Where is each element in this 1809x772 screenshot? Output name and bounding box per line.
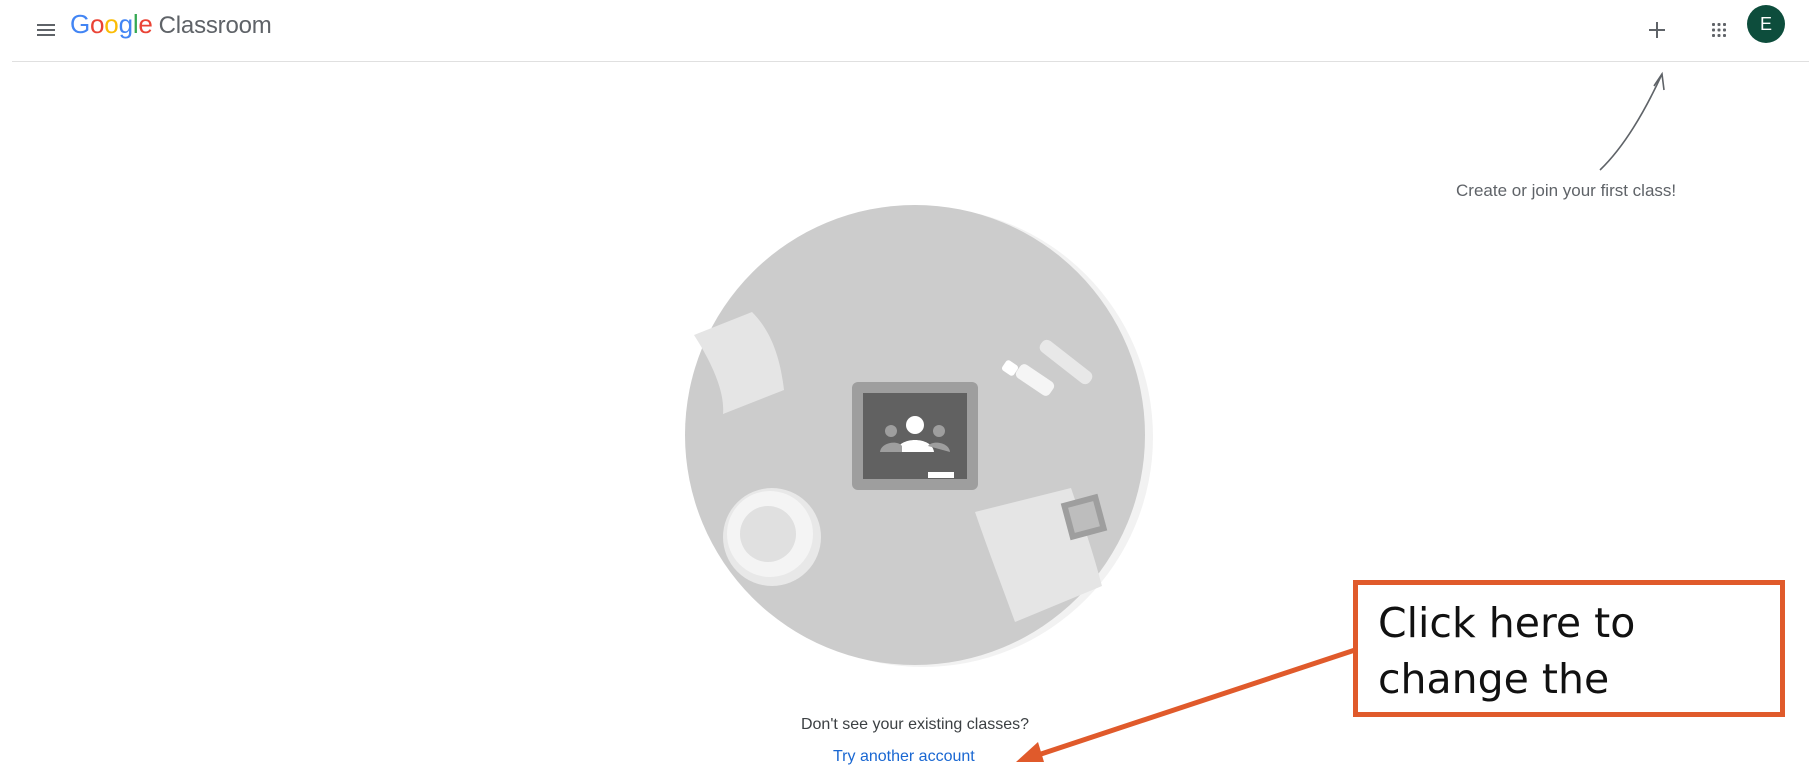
hint-arrow-icon (1599, 71, 1665, 171)
coffee-cup-icon (723, 488, 821, 586)
create-or-join-class-button[interactable] (1633, 6, 1681, 54)
classroom-board-icon (852, 382, 978, 490)
logo-letter: o (90, 9, 105, 39)
logo-letter: G (70, 9, 91, 39)
top-app-bar (12, 0, 1809, 62)
google-classroom-logo[interactable]: Google Classroom (70, 9, 272, 39)
logo-letter: o (104, 9, 119, 39)
callout-line: change the account (1378, 655, 1610, 712)
missing-classes-question: Don't see your existing classes? (800, 716, 1030, 733)
google-wordmark: Google (70, 9, 153, 40)
classroom-home: Google Classroom E Create or join your f… (0, 0, 1809, 772)
product-name: Classroom (158, 12, 272, 39)
account-avatar[interactable]: E (1747, 5, 1785, 43)
callout-line: Click here to (1378, 599, 1636, 647)
menu-icon (37, 24, 55, 36)
logo-letter: g (118, 9, 133, 39)
google-apps-button[interactable] (1695, 6, 1743, 54)
apps-icon (1712, 23, 1726, 37)
create-class-hint: Create or join your first class! (1456, 181, 1677, 200)
logo-letter: e (138, 9, 153, 39)
annotation-callout: Click here to change the account (1353, 580, 1785, 717)
try-another-account-link[interactable]: Try another account (833, 748, 975, 766)
empty-classroom-illustration (685, 205, 1153, 667)
main-menu-button[interactable] (22, 6, 70, 54)
add-icon (1649, 22, 1665, 38)
